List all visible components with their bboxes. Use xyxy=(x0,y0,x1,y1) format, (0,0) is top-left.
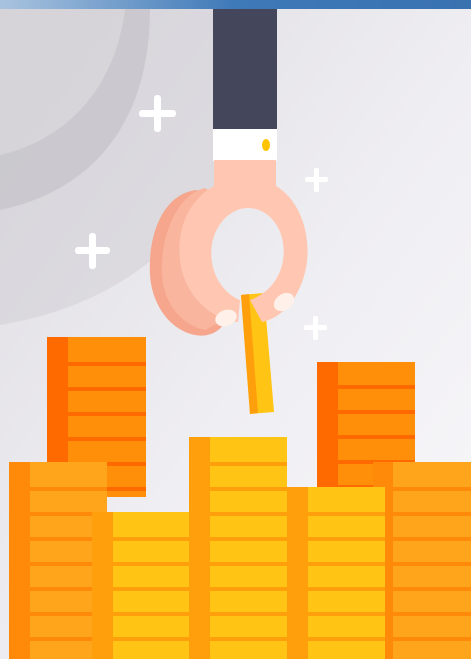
hand-placing-gold-bar-illustration xyxy=(0,0,471,659)
illustration-scene xyxy=(0,0,471,659)
coin-stack-icon xyxy=(189,437,287,659)
top-accent-bar xyxy=(0,0,471,9)
cufflink xyxy=(262,139,270,151)
sleeve xyxy=(213,9,277,131)
coin-stack-icon xyxy=(287,487,385,659)
coin-stack-icon xyxy=(373,462,471,659)
coin-stack-icon xyxy=(92,512,189,659)
